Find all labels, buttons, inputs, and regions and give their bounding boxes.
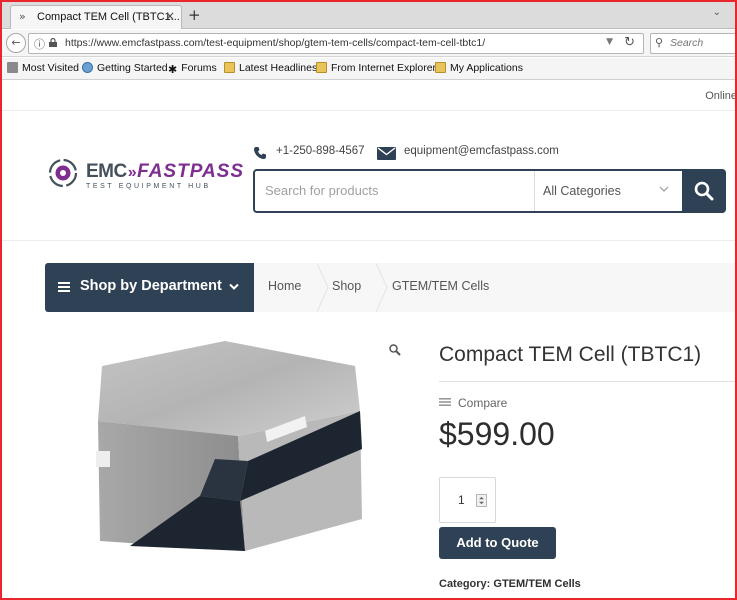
url-history-dropdown-icon[interactable]: ▼ xyxy=(606,37,613,47)
bookmark-my-applications[interactable]: My Applications xyxy=(435,62,523,74)
info-icon[interactable]: ⓘ xyxy=(34,36,45,52)
top-bar-online-text[interactable]: Online xyxy=(705,90,735,102)
bookmark-getting-started[interactable]: Getting Started xyxy=(82,62,168,74)
browser-search-input[interactable]: ⚲ Search xyxy=(650,33,735,54)
reload-icon[interactable]: ↻ xyxy=(624,35,635,50)
bookmark-latest-headlines[interactable]: Latest Headlines xyxy=(224,62,317,74)
header-divider xyxy=(2,240,735,241)
site-top-bar: Online xyxy=(2,81,735,111)
most-visited-icon xyxy=(7,62,18,73)
quantity-stepper[interactable]: 1 xyxy=(439,477,496,523)
tab-title: Compact TEM Cell (TBTC1... xyxy=(37,11,180,23)
url-text[interactable]: https://www.emcfastpass.com/test-equipme… xyxy=(65,37,485,49)
gear-icon: ✱ xyxy=(168,63,178,76)
logo-wordmark: EMC»FASTPASS xyxy=(86,161,245,182)
tab-favicon-icon: » xyxy=(19,10,26,23)
product-search-input[interactable] xyxy=(265,183,525,198)
breadcrumb-separator-icon xyxy=(375,263,388,312)
browser-nav-bar: ← ⓘ https://www.emcfastpass.com/test-equ… xyxy=(2,30,735,57)
folder-icon xyxy=(435,62,446,73)
search-button[interactable] xyxy=(682,169,726,213)
lock-icon xyxy=(49,38,57,47)
logo-tagline: TEST EQUIPMENT HUB xyxy=(86,183,211,190)
browser-tab[interactable]: » Compact TEM Cell (TBTC1... × xyxy=(10,5,182,29)
folder-icon xyxy=(316,62,327,73)
bookmarks-toolbar: Most Visited Getting Started ✱ Forums Lat… xyxy=(2,58,735,80)
breadcrumb-separator-icon xyxy=(316,263,329,312)
browser-tab-strip: » Compact TEM Cell (TBTC1... × + ⌄ xyxy=(2,2,735,29)
tab-list-chevron-icon[interactable]: ⌄ xyxy=(713,7,721,18)
breadcrumb-current: GTEM/TEM Cells xyxy=(392,279,490,293)
email-address[interactable]: equipment@emcfastpass.com xyxy=(404,145,559,157)
product-search-form: All Categories xyxy=(253,169,726,213)
back-arrow-icon[interactable]: ← xyxy=(6,33,26,53)
browser-search-placeholder: Search xyxy=(670,37,704,49)
chevron-down-icon[interactable] xyxy=(659,184,669,194)
close-tab-icon[interactable]: × xyxy=(165,9,175,23)
bookmark-forums[interactable]: ✱ Forums xyxy=(168,62,217,76)
globe-icon xyxy=(82,62,93,73)
product-price: $599.00 xyxy=(439,416,555,452)
zoom-icon[interactable] xyxy=(389,344,401,356)
phone-number[interactable]: +1-250-898-4567 xyxy=(276,145,365,157)
folder-icon xyxy=(224,62,235,73)
logo-chevrons-icon: » xyxy=(127,164,137,181)
breadcrumb: Home Shop GTEM/TEM Cells xyxy=(254,263,735,312)
screenshot-frame: » Compact TEM Cell (TBTC1... × + ⌄ ← ⓘ h… xyxy=(0,0,737,600)
bookmark-from-ie[interactable]: From Internet Explorer xyxy=(316,62,436,74)
department-label: Shop by Department xyxy=(80,278,222,294)
web-page: Online EMC»FASTPASS TEST EQUIPMENT HUB +… xyxy=(2,81,735,598)
search-divider xyxy=(534,171,535,211)
bookmark-most-visited[interactable]: Most Visited xyxy=(7,62,79,74)
product-image[interactable] xyxy=(90,341,370,556)
compare-icon[interactable] xyxy=(439,398,451,406)
category-link[interactable]: GTEM/TEM Cells xyxy=(493,578,580,590)
envelope-icon xyxy=(377,147,396,160)
category-label: Category: xyxy=(439,578,491,590)
compare-link[interactable]: Compare xyxy=(458,396,507,410)
phone-icon xyxy=(254,147,266,159)
breadcrumb-home[interactable]: Home xyxy=(268,279,301,293)
spinner-arrows-icon[interactable] xyxy=(476,494,487,507)
add-to-quote-button[interactable]: Add to Quote xyxy=(439,527,556,559)
url-bar[interactable]: ⓘ https://www.emcfastpass.com/test-equip… xyxy=(28,33,644,54)
breadcrumb-shop[interactable]: Shop xyxy=(332,279,361,293)
logo-gear-icon xyxy=(48,158,78,188)
search-icon: ⚲ xyxy=(655,36,664,49)
product-title: Compact TEM Cell (TBTC1) xyxy=(439,343,702,366)
new-tab-icon[interactable]: + xyxy=(188,6,201,24)
shop-by-department-button[interactable]: Shop by Department xyxy=(45,263,254,312)
chevron-down-icon xyxy=(229,283,239,290)
quantity-value[interactable]: 1 xyxy=(458,493,465,507)
product-category: Category: GTEM/TEM Cells xyxy=(439,578,581,590)
category-select[interactable]: All Categories xyxy=(543,184,621,198)
magnifier-icon xyxy=(694,181,714,201)
title-divider xyxy=(439,381,735,382)
hamburger-icon xyxy=(58,282,70,292)
